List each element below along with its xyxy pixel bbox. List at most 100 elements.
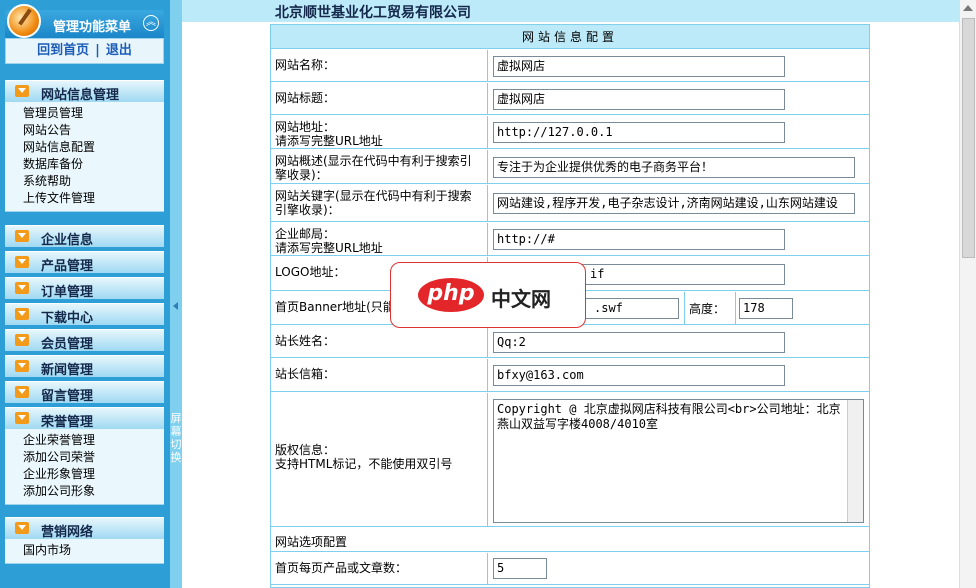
group-members: 会员管理 (5, 329, 164, 352)
menu-item-honor-add[interactable]: 添加公司荣誉 (23, 449, 164, 466)
textarea-scrollbar[interactable] (847, 400, 863, 522)
group-body-honors: 企业荣誉管理 添加公司荣誉 企业形象管理 添加公司形象 (5, 429, 164, 505)
site-url-input[interactable]: http://127.0.0.1 (493, 122, 785, 143)
group-title: 新闻管理 (41, 363, 94, 378)
group-products: 产品管理 (5, 251, 164, 274)
label: 站长姓名： (271, 326, 488, 357)
group-messages: 留言管理 (5, 381, 164, 404)
group-honors: 荣誉管理 企业荣誉管理 添加公司荣誉 企业形象管理 添加公司形象 (5, 407, 164, 505)
row-owner-email: 站长信箱： bfxy@163.com (271, 359, 869, 392)
menu-item-notice[interactable]: 网站公告 (23, 122, 164, 139)
scroll-up-icon[interactable] (963, 5, 973, 11)
group-body-marketing: 国内市场 (5, 539, 164, 564)
group-head-orders[interactable]: 订单管理 (5, 277, 164, 300)
label: 站长信箱： (271, 359, 488, 391)
menu-item-admin[interactable]: 管理员管理 (23, 105, 164, 122)
menu-item-uploads[interactable]: 上传文件管理 (23, 190, 164, 207)
top-bar: 北京顺世基业化工贸易有限公司 (182, 0, 959, 22)
row-site-desc: 网站概述(显示在代码中有利于搜索引擎收录)： 专注于为企业提供优秀的电子商务平台… (271, 150, 869, 184)
menu-item-image-add[interactable]: 添加公司形象 (23, 483, 164, 500)
site-title-input[interactable]: 虚拟网店 (493, 89, 785, 110)
label: 网站标题： (271, 83, 488, 114)
group-head-honors[interactable]: 荣誉管理 (5, 407, 164, 430)
group-head-news[interactable]: 新闻管理 (5, 355, 164, 378)
collapse-icon[interactable]: ︽ (143, 15, 159, 31)
group-title: 荣誉管理 (41, 415, 94, 430)
screen-toggle-splitter[interactable]: 屏幕切换 (170, 0, 182, 588)
label: 版权信息： 支持HTML标记，不能使用双引号 (271, 393, 488, 526)
menu-logo-icon (7, 4, 41, 38)
site-name-input[interactable]: 虚拟网店 (493, 56, 785, 77)
owner-name-input[interactable]: Qq:2 (493, 332, 785, 353)
page-scrollbar[interactable] (959, 0, 976, 588)
height-label: 高度： (684, 292, 736, 324)
arrow-right-icon (15, 334, 29, 346)
banner-height-input[interactable]: 178 (739, 298, 793, 319)
label: 网站概述(显示在代码中有利于搜索引擎收录)： (271, 150, 488, 183)
company-name: 北京顺世基业化工贸易有限公司 (275, 5, 471, 21)
label-line-2: 支持HTML标记，不能使用双引号 (275, 457, 453, 471)
group-title: 企业信息 (41, 233, 94, 248)
row-options-section: 网站选项配置 (271, 528, 869, 552)
arrow-right-icon (15, 386, 29, 398)
row-site-title: 网站标题： 虚拟网店 (271, 83, 869, 115)
menu-item-help[interactable]: 系统帮助 (23, 173, 164, 190)
group-head-company[interactable]: 企业信息 (5, 225, 164, 248)
label-line-1: 版权信息： (275, 443, 336, 457)
group-title: 订单管理 (41, 285, 94, 300)
row-per-page: 首页每页产品或文章数： 5 (271, 553, 869, 585)
group-head-messages[interactable]: 留言管理 (5, 381, 164, 404)
group-head-site-info[interactable]: 网站信息管理 (5, 80, 164, 103)
arrow-left-icon[interactable] (173, 302, 178, 310)
row-copyright: 版权信息： 支持HTML标记，不能使用双引号 Copyright @ 北京虚拟网店… (271, 393, 869, 527)
group-title: 下载中心 (41, 311, 94, 326)
group-head-members[interactable]: 会员管理 (5, 329, 164, 352)
group-site-info: 网站信息管理 管理员管理 网站公告 网站信息配置 数据库备份 系统帮助 上传文件… (5, 80, 164, 212)
php-logo: php (418, 278, 484, 312)
screen-toggle-label[interactable]: 屏幕切换 (170, 412, 182, 464)
row-mailbox: 企业邮局： 请添写完整URL地址 http://# (271, 223, 869, 256)
label-line-2: 请添写完整URL地址 (275, 134, 383, 148)
group-title: 网站信息管理 (41, 88, 120, 103)
menu-item-db-backup[interactable]: 数据库备份 (23, 156, 164, 173)
group-head-marketing[interactable]: 营销网络 (5, 517, 164, 540)
arrow-right-icon (15, 230, 29, 242)
arrow-down-icon (15, 412, 29, 424)
row-site-keywords: 网站关键字(显示在代码中有利于搜索引擎收录)： 网站建设,程序开发,电子杂志设计… (271, 185, 869, 222)
link-separator: | (95, 43, 100, 58)
menu-header: 管理功能菜单 ︽ (5, 4, 164, 38)
group-head-downloads[interactable]: 下载中心 (5, 303, 164, 326)
group-downloads: 下载中心 (5, 303, 164, 326)
label: 网站名称： (271, 50, 488, 81)
site-desc-input[interactable]: 专注于为企业提供优秀的电子商务平台！ (493, 157, 855, 178)
form-title: 网站信息配置 (271, 25, 869, 49)
scroll-thumb[interactable] (962, 18, 975, 258)
site-keywords-input[interactable]: 网站建设,程序开发,电子杂志设计,济南网站建设,山东网站建设 (493, 193, 855, 214)
php-watermark: php 中文网 (390, 262, 586, 328)
group-orders: 订单管理 (5, 277, 164, 300)
menu-item-image-manage[interactable]: 企业形象管理 (23, 466, 164, 483)
arrow-down-icon (15, 522, 29, 534)
row-site-name: 网站名称： 虚拟网店 (271, 50, 869, 82)
watermark-text: 中文网 (491, 287, 551, 311)
copyright-textarea[interactable]: Copyright @ 北京虚拟网店科技有限公司<br>公司地址：北京燕山双益写… (493, 399, 864, 523)
row-owner-name: 站长姓名： Qq:2 (271, 326, 869, 358)
label-line-1: 网站地址： (275, 120, 336, 134)
menu-item-honor-manage[interactable]: 企业荣誉管理 (23, 432, 164, 449)
home-link[interactable]: 回到首页 (37, 43, 89, 58)
menu-item-domestic[interactable]: 国内市场 (23, 542, 164, 559)
group-head-products[interactable]: 产品管理 (5, 251, 164, 274)
group-title: 留言管理 (41, 389, 94, 404)
owner-email-input[interactable]: bfxy@163.com (493, 365, 785, 386)
logout-link[interactable]: 退出 (106, 43, 132, 58)
menu-item-site-config[interactable]: 网站信息配置 (23, 139, 164, 156)
mailbox-input[interactable]: http://# (493, 229, 785, 250)
label: 企业邮局： 请添写完整URL地址 (271, 223, 488, 255)
label-line-2: 请添写完整URL地址 (275, 241, 383, 255)
group-news: 新闻管理 (5, 355, 164, 378)
arrow-right-icon (15, 256, 29, 268)
sidebar: 管理功能菜单 ︽ 回到首页 | 退出 网站信息管理 管理员管理 网站公告 网站信息配… (0, 0, 170, 588)
per-page-input[interactable]: 5 (493, 558, 547, 579)
group-title: 产品管理 (41, 259, 94, 274)
group-title: 营销网络 (41, 525, 94, 540)
